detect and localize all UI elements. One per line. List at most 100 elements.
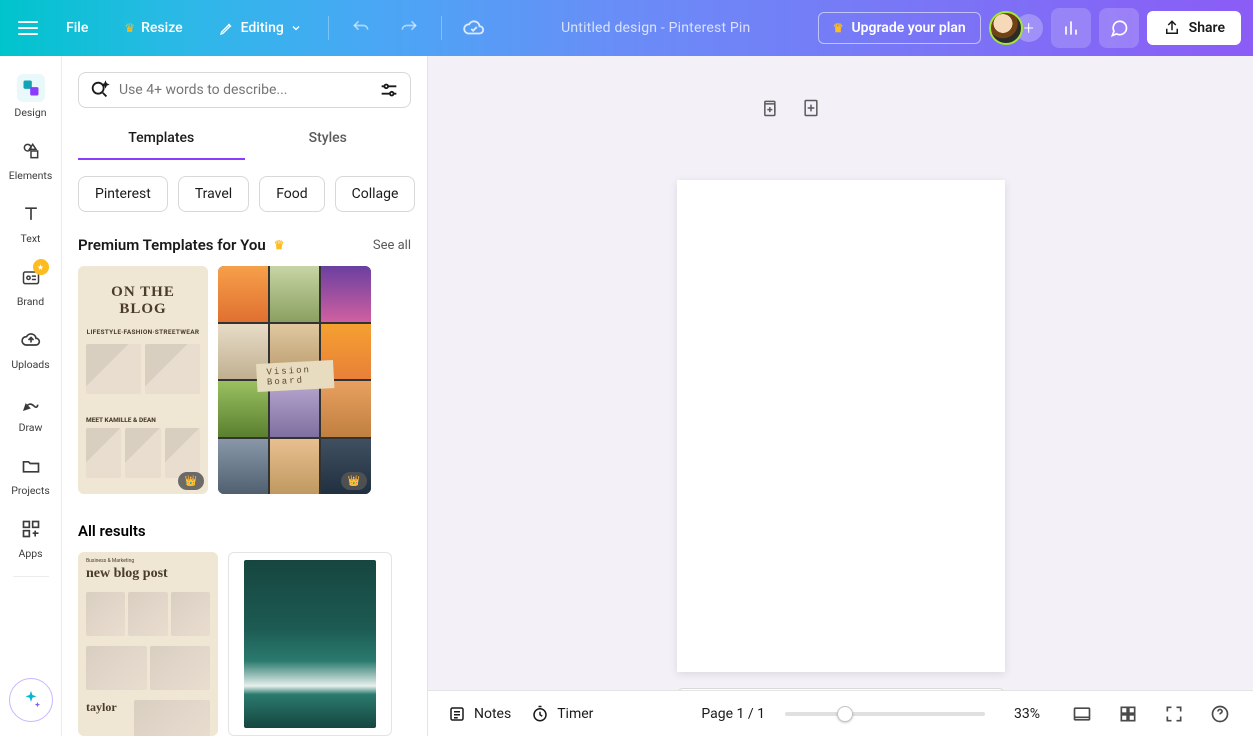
canvas-page-wrapper (677, 180, 1005, 672)
hamburger-menu-button[interactable] (12, 12, 44, 44)
crown-icon: ♛ (124, 21, 135, 35)
share-arrow-icon (1163, 19, 1181, 37)
all-results-header: All results (78, 522, 411, 540)
premium-thumbnails: ON THE BLOG LIFESTYLE·FASHION·STREETWEAR… (78, 266, 411, 494)
document-title[interactable]: Untitled design - Pinterest Pin (502, 20, 810, 36)
timer-button[interactable]: Timer (531, 705, 593, 723)
rail-label: Elements (9, 169, 53, 182)
sparkle-icon (20, 689, 42, 711)
separator (328, 16, 329, 40)
rail-item-draw[interactable]: Draw (1, 381, 61, 440)
premium-title: Premium Templates for You ♛ (78, 236, 285, 254)
page-indicator[interactable]: Page 1 / 1 (701, 706, 765, 722)
zoom-slider[interactable] (785, 712, 985, 716)
canvas-page[interactable] (677, 180, 1005, 672)
single-page-icon (1072, 704, 1092, 724)
pro-badge-icon (33, 259, 49, 275)
category-chips: Pinterest Travel Food Collage (78, 176, 411, 212)
upgrade-plan-button[interactable]: ♛ Upgrade your plan (818, 12, 981, 44)
panel-tabs: Templates Styles (78, 118, 411, 160)
thumb-title: ON THE BLOG (86, 284, 200, 318)
rail-divider (13, 576, 49, 577)
top-bar: File ♛ Resize Editing Untitled design - … (0, 0, 1253, 56)
pencil-icon (219, 20, 235, 36)
separator (441, 16, 442, 40)
upgrade-label: Upgrade your plan (851, 20, 965, 36)
redo-button[interactable] (389, 8, 429, 48)
notes-icon (448, 705, 466, 723)
chip-travel[interactable]: Travel (178, 176, 249, 212)
premium-section-header: Premium Templates for You ♛ See all (78, 236, 411, 254)
template-thumbnail-ocean[interactable] (228, 552, 392, 736)
design-icon (17, 74, 45, 102)
thumb-meet: MEET KAMILLE & DEAN (86, 416, 156, 424)
timer-icon (531, 705, 549, 723)
editing-mode-button[interactable]: Editing (205, 12, 316, 44)
duplicate-page-button[interactable] (757, 96, 781, 120)
chip-food[interactable]: Food (259, 176, 324, 212)
duplicate-icon (759, 98, 779, 118)
see-all-link[interactable]: See all (373, 238, 411, 253)
comments-button[interactable] (1099, 8, 1139, 48)
premium-badge-icon (178, 472, 204, 490)
crown-icon: ♛ (833, 21, 844, 35)
chevron-down-icon (290, 22, 302, 34)
filter-sliders-icon[interactable] (378, 79, 400, 101)
search-input[interactable] (119, 82, 370, 98)
rail-item-design[interactable]: Design (1, 66, 61, 125)
analytics-button[interactable] (1051, 8, 1091, 48)
rail-item-text[interactable]: Text (1, 192, 61, 251)
search-bar (78, 72, 411, 108)
magic-button[interactable] (9, 678, 53, 722)
thumb-label: Vision Board (256, 360, 334, 392)
thumb-subtitle: LIFESTYLE·FASHION·STREETWEAR (86, 328, 200, 336)
zoom-level[interactable]: 33% (1005, 706, 1049, 722)
thumb-taylor: taylor (86, 700, 117, 715)
tab-styles[interactable]: Styles (245, 118, 412, 160)
undo-icon (351, 18, 371, 38)
tab-templates[interactable]: Templates (78, 118, 245, 160)
help-button[interactable] (1207, 701, 1233, 727)
cloud-sync-button[interactable] (454, 8, 494, 48)
fullscreen-icon (1164, 704, 1184, 724)
rail-item-elements[interactable]: Elements (1, 129, 61, 188)
view-grid-button[interactable] (1115, 701, 1141, 727)
ocean-image (244, 560, 376, 728)
template-thumbnail-blog[interactable]: ON THE BLOG LIFESTYLE·FASHION·STREETWEAR… (78, 266, 208, 494)
rail-item-projects[interactable]: Projects (1, 444, 61, 503)
zoom-slider-thumb[interactable] (837, 706, 853, 722)
brand-icon (17, 263, 45, 291)
user-avatar[interactable] (989, 11, 1023, 45)
fullscreen-button[interactable] (1161, 701, 1187, 727)
rail-item-brand[interactable]: Brand (1, 255, 61, 314)
rail-label: Design (14, 106, 46, 119)
file-menu-button[interactable]: File (52, 12, 102, 44)
share-button[interactable]: Share (1147, 11, 1241, 45)
chat-bubble-icon (1109, 18, 1129, 38)
crown-icon: ♛ (274, 238, 285, 252)
chip-collage[interactable]: Collage (335, 176, 416, 212)
share-label: Share (1189, 20, 1225, 36)
undo-button[interactable] (341, 8, 381, 48)
page-plus-icon (801, 98, 821, 118)
help-icon (1210, 704, 1230, 724)
notes-button[interactable]: Notes (448, 705, 511, 723)
resize-button[interactable]: ♛ Resize (110, 12, 196, 44)
rail-label: Draw (19, 421, 43, 434)
rail-item-apps[interactable]: Apps (1, 507, 61, 566)
sparkle-search-icon[interactable] (89, 79, 111, 101)
add-page-button[interactable] (799, 96, 823, 120)
template-thumbnail-vision-board[interactable]: Vision Board (218, 266, 371, 494)
template-thumbnail-new-blog-post[interactable]: Business & Marketing new blog post taylo… (78, 552, 218, 736)
bar-chart-icon (1061, 18, 1081, 38)
text-icon (17, 200, 45, 228)
rail-label: Uploads (11, 358, 49, 371)
notes-label: Notes (474, 706, 511, 722)
premium-title-text: Premium Templates for You (78, 236, 266, 254)
thumb-title: new blog post (86, 566, 210, 582)
view-single-button[interactable] (1069, 701, 1095, 727)
rail-item-uploads[interactable]: Uploads (1, 318, 61, 377)
chip-pinterest[interactable]: Pinterest (78, 176, 168, 212)
elements-icon (17, 137, 45, 165)
projects-icon (17, 452, 45, 480)
